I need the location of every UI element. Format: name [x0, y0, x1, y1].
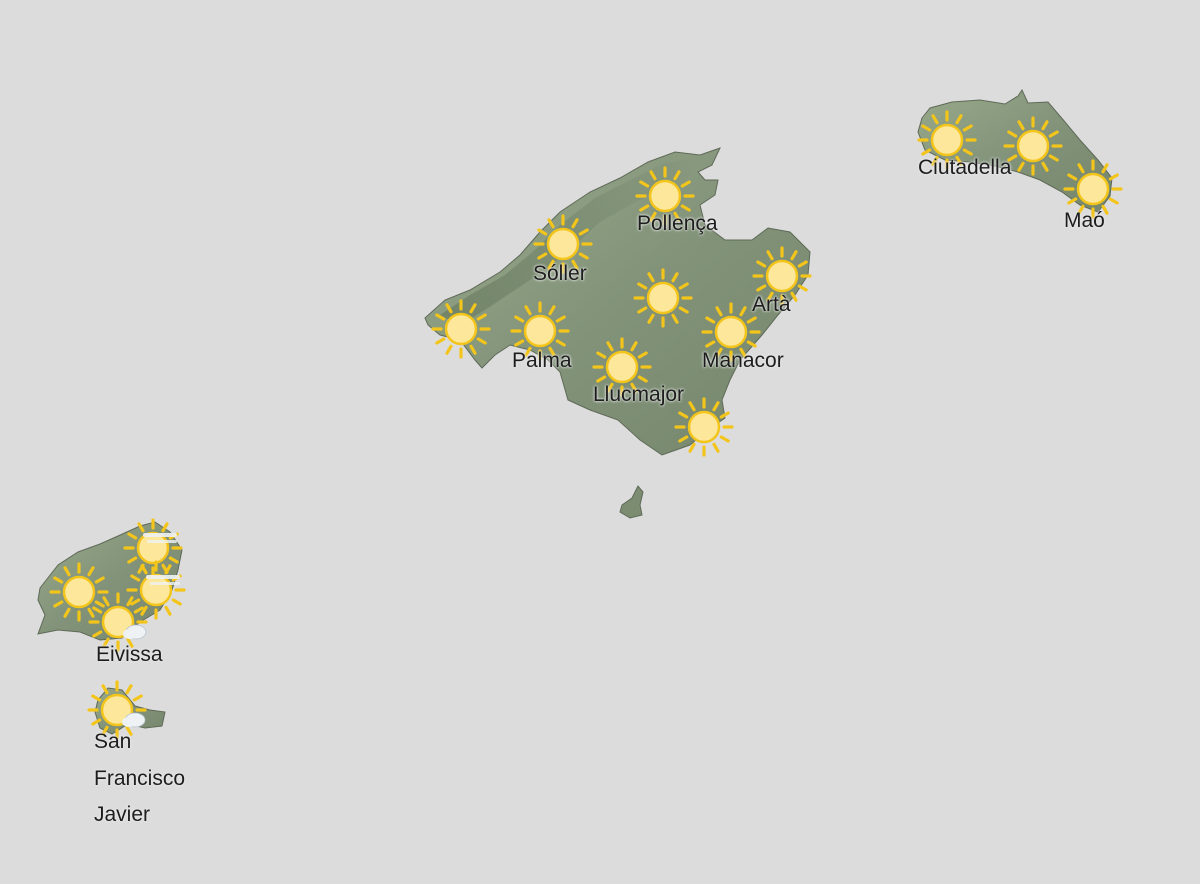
town-label-arta: Artà — [752, 293, 791, 316]
town-label-eivissa: Eivissa — [96, 643, 163, 666]
sun-icon-menorca-center — [1003, 116, 1063, 176]
town-label-palma: Palma — [512, 349, 572, 372]
town-label-manacor: Manacor — [702, 349, 784, 372]
town-label-soller: Sóller — [533, 262, 587, 285]
town-label-pollenca: Pollença — [637, 212, 718, 235]
town-label-san-francisco-javier-line3: Javier — [94, 803, 151, 826]
sun-icon-west-mallorca — [431, 299, 491, 359]
town-label-san-francisco-javier-line2: Francisco — [94, 767, 186, 790]
town-label-san-francisco-javier-line1: San — [94, 730, 132, 753]
town-label-mao: Maó — [1064, 209, 1105, 232]
town-label-llucmajor: Llucmajor — [593, 383, 685, 406]
cabrera-island — [619, 485, 644, 519]
sun-icon-center-mallorca — [633, 268, 693, 328]
town-label-ciutadella: Ciutadella — [918, 156, 1012, 179]
